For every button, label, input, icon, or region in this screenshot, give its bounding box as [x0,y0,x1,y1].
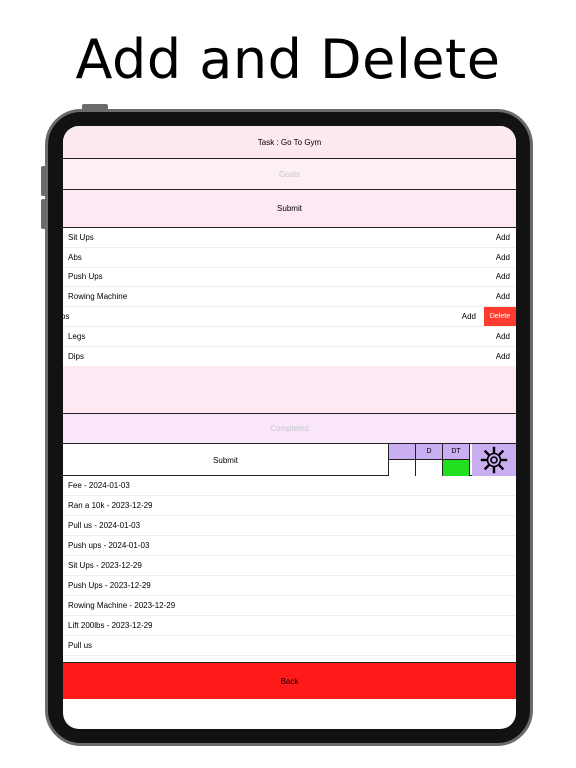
add-button[interactable]: Add [496,292,510,301]
completed-item[interactable]: Push ups - 2024-01-03 [63,536,516,556]
goal-name: Push Ups [68,272,103,282]
app-screen: Task : Go To Gym Goals Submit Sit Ups Ad… [63,126,516,729]
goal-name: Abs [68,252,82,262]
add-button[interactable]: Add [496,332,510,341]
goal-row: Rowing Machine Add [63,287,516,308]
toggle-dt[interactable] [443,460,470,476]
completed-item[interactable]: Lift 200lbs - 2023-12-29 [63,616,516,636]
goal-name: Dips [68,351,85,361]
completed-input[interactable]: Completed [63,414,516,444]
goal-row: Dips Add [63,347,516,367]
add-button[interactable]: Add [496,352,510,361]
add-button[interactable]: Add [496,272,510,281]
completed-item[interactable]: Pull us - 2024-01-03 [63,516,516,536]
headline: Add and Delete [75,28,501,91]
goal-row-swiped[interactable]: bs Add Delete [63,307,516,327]
delete-button[interactable]: Delete [484,307,516,326]
add-button[interactable]: Add [496,233,510,242]
goal-row: Sit Ups Add [63,228,516,248]
completed-controls: Submit D DT [63,444,516,476]
toggle-d[interactable] [416,460,443,476]
column-header-dt: DT [443,444,470,460]
goal-row: Abs Add [63,248,516,268]
completed-item[interactable]: Sit Ups - 2023-12-29 [63,556,516,576]
completed-item[interactable]: Fee - 2024-01-03 [63,476,516,496]
goal-name: Rowing Machine [68,292,128,302]
tablet-top-button [82,104,108,110]
column-header-1 [389,444,416,460]
goal-row: Push Ups Add [63,268,516,288]
completed-item[interactable]: Ran a 10k - 2023-12-29 [63,496,516,516]
goals-list-empty-area [63,366,516,414]
goal-name: Sit Ups [68,232,94,242]
goal-name: bs [63,312,70,322]
submit-completed-button[interactable]: Submit [63,444,389,476]
completed-item[interactable]: Push Ups - 2023-12-29 [63,576,516,596]
completed-item[interactable]: Rowing Machine - 2023-12-29 [63,596,516,616]
completed-item[interactable]: Pull us [63,636,516,656]
tablet-volume-up-button [41,166,46,196]
add-button[interactable]: Add [462,312,476,321]
completed-list: Fee - 2024-01-03 Ran a 10k - 2023-12-29 … [63,476,516,656]
goals-input[interactable]: Goals [63,159,516,190]
add-button[interactable]: Add [496,253,510,262]
goals-list: Sit Ups Add Abs Add Push Ups Add Rowing … [63,228,516,367]
task-title: Task : Go To Gym [63,126,516,159]
goal-row: Legs Add [63,327,516,347]
settings-button[interactable] [472,444,516,476]
submit-goal-button[interactable]: Submit [63,190,516,228]
column-header-d: D [416,444,443,460]
goal-name: Legs [68,331,86,341]
gear-icon [480,446,508,474]
back-button[interactable]: Back [63,662,516,699]
toggle-1[interactable] [389,460,416,476]
tablet-volume-down-button [41,199,46,229]
